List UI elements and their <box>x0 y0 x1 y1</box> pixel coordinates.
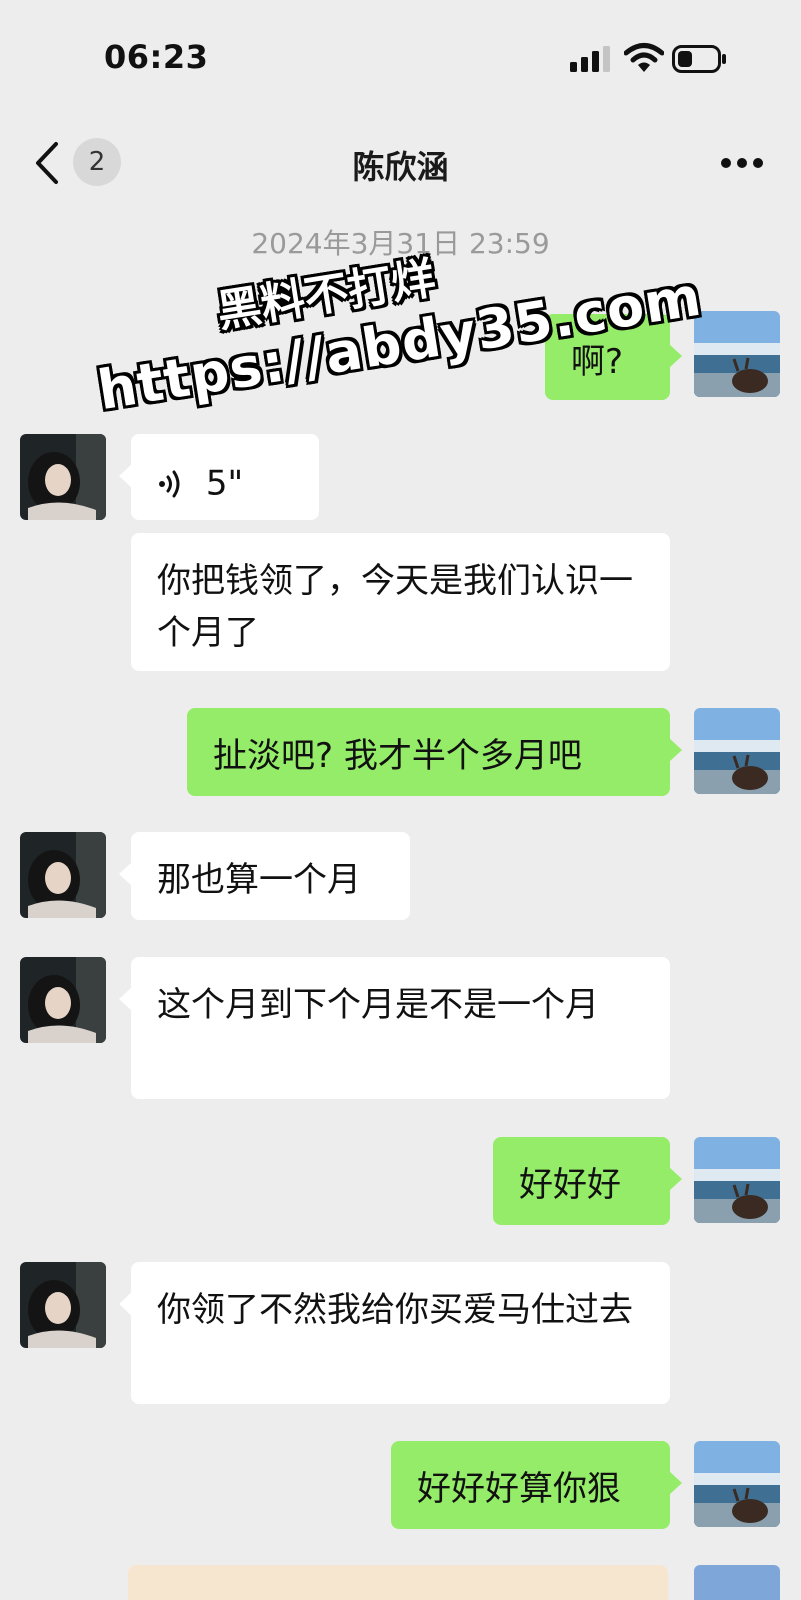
message-bubble-outgoing[interactable]: 啊? <box>545 314 682 400</box>
message-bubble-outgoing[interactable]: 好好好 <box>493 1137 682 1225</box>
voice-message-bubble[interactable]: 5" <box>119 434 319 520</box>
avatar-image <box>694 1441 780 1527</box>
message-text: 那也算一个月 <box>157 860 361 900</box>
wifi-icon <box>624 43 664 72</box>
avatar[interactable] <box>694 311 780 397</box>
message-text: 啊? <box>571 342 624 382</box>
message-bubble-outgoing[interactable]: 好好好算你狠 <box>391 1441 682 1529</box>
avatar-image <box>694 1137 780 1223</box>
avatar[interactable] <box>694 1137 780 1223</box>
message-timestamp: 2024年3月31日 23:59 <box>251 227 550 260</box>
status-time: 06:23 <box>104 38 209 76</box>
voice-duration: 5" <box>205 463 244 504</box>
message-bubble-incoming[interactable]: 你把钱领了，今天是我们认识一个月了 <box>131 533 670 671</box>
avatar[interactable] <box>20 1262 106 1348</box>
avatar-image <box>20 1262 106 1348</box>
partial-message-bubble[interactable] <box>128 1565 668 1600</box>
more-horizontal-icon[interactable] <box>720 156 764 170</box>
message-text: 你把钱领了，今天是我们认识一个月了 <box>157 561 633 653</box>
avatar-image <box>20 434 106 520</box>
avatar[interactable] <box>694 708 780 794</box>
message-bubble-incoming[interactable]: 这个月到下个月是不是一个月 <box>119 957 670 1099</box>
status-bar: 06:23 <box>0 0 801 110</box>
battery-icon <box>672 45 726 73</box>
message-text: 扯淡吧? 我才半个多月吧 <box>213 736 582 776</box>
avatar-image <box>694 708 780 794</box>
chat-title: 陈欣涵 <box>352 148 449 186</box>
voice-wave-icon <box>159 470 180 497</box>
avatar[interactable] <box>20 957 106 1043</box>
message-text: 你领了不然我给你买爱马仕过去 <box>157 1290 633 1330</box>
avatar-image <box>694 311 780 397</box>
message-text: 好好好算你狠 <box>417 1469 621 1509</box>
cellular-signal-icon <box>570 46 610 72</box>
avatar[interactable] <box>20 832 106 918</box>
partial-avatar <box>694 1565 780 1600</box>
message-text: 好好好 <box>519 1165 621 1205</box>
message-text: 这个月到下个月是不是一个月 <box>157 985 599 1025</box>
chat-header: 2 陈欣涵 <box>0 118 801 208</box>
avatar[interactable] <box>694 1441 780 1527</box>
avatar-image <box>20 957 106 1043</box>
message-bubble-outgoing[interactable]: 扯淡吧? 我才半个多月吧 <box>187 708 682 796</box>
avatar[interactable] <box>20 434 106 520</box>
avatar-image <box>20 832 106 918</box>
message-bubble-incoming[interactable]: 你领了不然我给你买爱马仕过去 <box>119 1262 670 1404</box>
message-bubble-incoming[interactable]: 那也算一个月 <box>119 832 410 920</box>
